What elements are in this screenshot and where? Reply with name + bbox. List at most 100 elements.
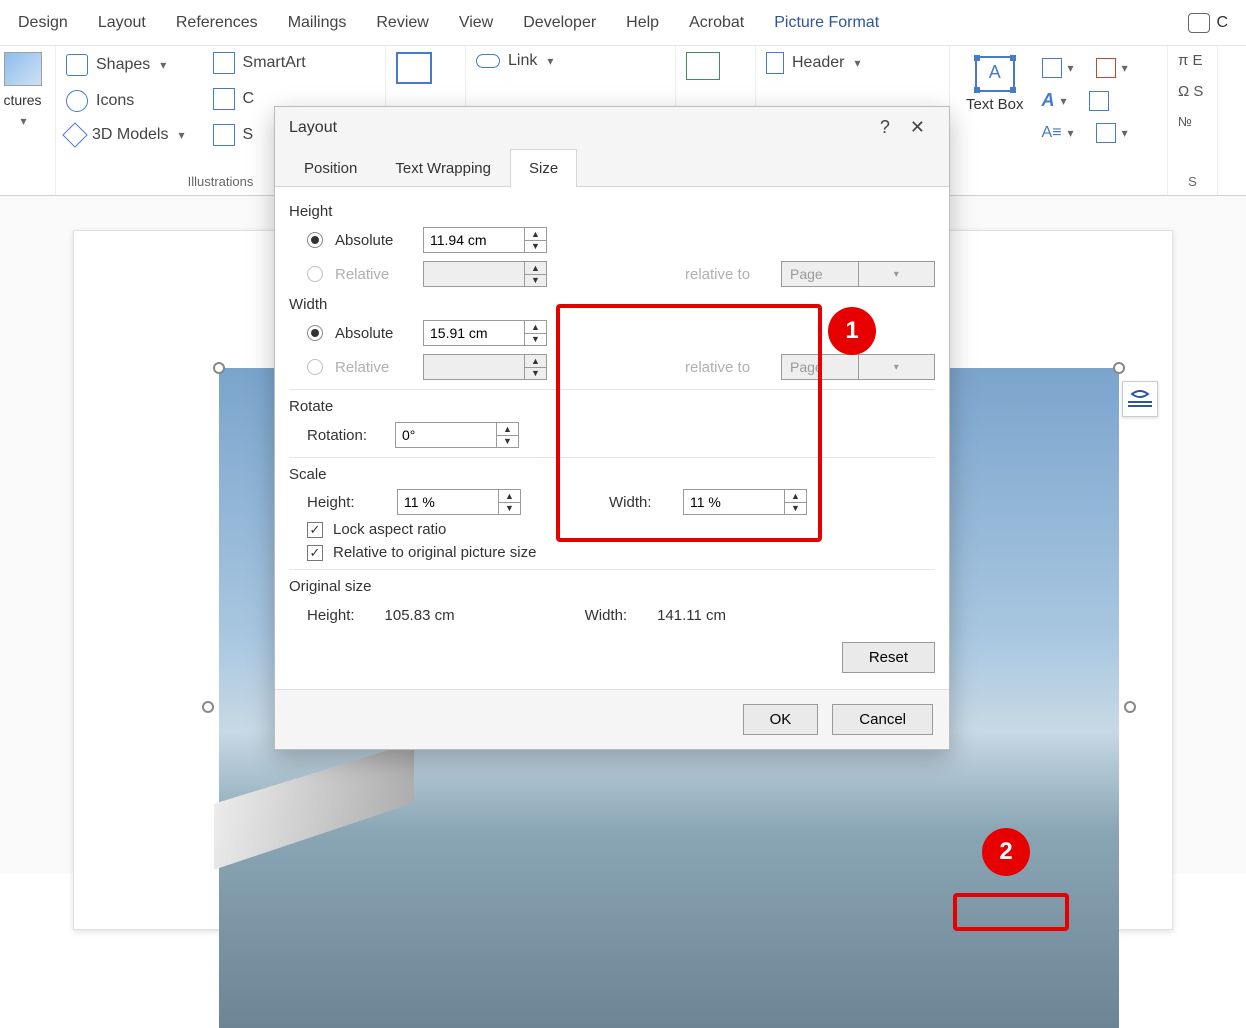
tab-position[interactable]: Position [285, 149, 376, 187]
scale-width-input[interactable]: ▲▼ [683, 489, 807, 515]
height-relative-to-label: relative to [685, 266, 761, 283]
drop-cap-button[interactable]: A≡▾ [1042, 124, 1074, 142]
tab-view[interactable]: View [459, 14, 493, 32]
spin-down[interactable]: ▼ [525, 334, 546, 346]
original-width-label: Width: [585, 607, 628, 624]
scale-height-input[interactable]: ▲▼ [397, 489, 521, 515]
header-button[interactable]: Header ▾ [766, 52, 939, 74]
quick-parts-button[interactable]: ▾ [1042, 58, 1074, 78]
text-box-button[interactable]: Text Box [960, 52, 1030, 193]
smartart-icon [213, 52, 235, 74]
height-relative-label: Relative [335, 266, 411, 283]
tab-references[interactable]: References [176, 14, 258, 32]
callout-2: 2 [982, 828, 1030, 876]
ribbon-tabs: Design Layout References Mailings Review… [0, 0, 1246, 46]
tab-design[interactable]: Design [18, 14, 68, 32]
scale-width-field[interactable] [684, 490, 784, 514]
reset-button[interactable]: Reset [842, 642, 935, 673]
lock-aspect-ratio-checkbox[interactable] [307, 522, 323, 538]
spin-up[interactable]: ▲ [499, 490, 520, 503]
tab-picture-format[interactable]: Picture Format [774, 14, 879, 32]
comments-icon[interactable] [1188, 13, 1210, 33]
cancel-button[interactable]: Cancel [832, 704, 933, 735]
rotation-field[interactable] [396, 423, 496, 447]
original-width-value: 141.11 cm [657, 607, 726, 624]
height-absolute-field[interactable] [424, 228, 524, 252]
spin-up[interactable]: ▲ [785, 490, 806, 503]
scale-section-label: Scale [289, 466, 935, 483]
online-video-icon[interactable] [396, 52, 432, 84]
width-absolute-field[interactable] [424, 321, 524, 345]
screenshot-label: S [243, 126, 254, 144]
width-relative-radio[interactable] [307, 359, 323, 375]
ok-button[interactable]: OK [743, 704, 819, 735]
chevron-down-icon[interactable]: ▾ [854, 56, 860, 70]
link-button[interactable]: Link ▾ [476, 52, 665, 70]
shapes-button[interactable]: Shapes ▾ [66, 54, 185, 76]
comment-icon[interactable] [686, 52, 720, 80]
width-relative-field [424, 355, 524, 379]
chevron-down-icon[interactable]: ▾ [160, 58, 166, 72]
height-absolute-radio[interactable] [307, 232, 323, 248]
selection-handle[interactable] [213, 362, 225, 374]
spin-up[interactable]: ▲ [525, 321, 546, 334]
tab-help[interactable]: Help [626, 14, 659, 32]
3d-models-button[interactable]: 3D Models ▾ [66, 126, 185, 144]
width-absolute-label: Absolute [335, 325, 411, 342]
callout-1: 1 [828, 307, 876, 355]
shapes-icon [66, 54, 88, 76]
tab-developer[interactable]: Developer [523, 14, 596, 32]
selection-handle[interactable] [202, 701, 214, 713]
smartart-button[interactable]: SmartArt [213, 52, 306, 74]
tab-size[interactable]: Size [510, 149, 577, 187]
width-absolute-radio[interactable] [307, 325, 323, 341]
tab-acrobat[interactable]: Acrobat [689, 14, 744, 32]
date-time-button[interactable] [1089, 91, 1109, 111]
tab-text-wrapping[interactable]: Text Wrapping [376, 149, 510, 187]
spin-down[interactable]: ▼ [497, 436, 518, 448]
lock-aspect-ratio-label: Lock aspect ratio [333, 521, 446, 538]
chart-icon [213, 88, 235, 110]
tab-layout[interactable]: Layout [98, 14, 146, 32]
number-button[interactable]: № [1178, 114, 1207, 129]
object-icon [1096, 123, 1116, 143]
wordart-button[interactable]: A▾ [1042, 90, 1067, 111]
date-icon [1089, 91, 1109, 111]
selection-handle[interactable] [1113, 362, 1125, 374]
rotation-input[interactable]: ▲▼ [395, 422, 519, 448]
icons-button[interactable]: Icons [66, 90, 185, 112]
cube-icon [62, 122, 87, 147]
original-height-value: 105.83 cm [385, 607, 455, 624]
height-relative-radio[interactable] [307, 266, 323, 282]
width-relative-to-label: relative to [685, 359, 761, 376]
spin-up[interactable]: ▲ [497, 423, 518, 436]
selection-handle[interactable] [1124, 701, 1136, 713]
dialog-footer: OK Cancel [275, 689, 949, 749]
layout-dialog: Layout ? ✕ Position Text Wrapping Size H… [274, 106, 950, 750]
original-height-label: Height: [307, 607, 355, 624]
chevron-down-icon: ▾ [858, 355, 935, 379]
chevron-down-icon[interactable]: ▾ [178, 128, 184, 142]
tab-review[interactable]: Review [376, 14, 428, 32]
pictures-icon[interactable] [4, 52, 42, 86]
chevron-down-icon[interactable]: ▾ [20, 114, 26, 128]
width-absolute-input[interactable]: ▲▼ [423, 320, 547, 346]
signature-line-button[interactable]: ▾ [1096, 58, 1128, 78]
height-absolute-input[interactable]: ▲▼ [423, 227, 547, 253]
equation-button[interactable]: π E [1178, 52, 1207, 69]
chevron-down-icon[interactable]: ▾ [547, 54, 553, 68]
spin-down[interactable]: ▼ [785, 503, 806, 515]
spin-up[interactable]: ▲ [525, 228, 546, 241]
text-box-icon [975, 56, 1015, 92]
chevron-down-icon: ▾ [858, 262, 935, 286]
tab-mailings[interactable]: Mailings [288, 14, 347, 32]
scale-height-field[interactable] [398, 490, 498, 514]
help-button[interactable]: ? [870, 117, 900, 138]
spin-down[interactable]: ▼ [499, 503, 520, 515]
relative-original-checkbox[interactable] [307, 545, 323, 561]
symbol-button[interactable]: Ω S [1178, 83, 1207, 100]
close-button[interactable]: ✕ [900, 117, 935, 138]
object-button[interactable]: ▾ [1096, 123, 1128, 143]
spin-down[interactable]: ▼ [525, 241, 546, 253]
layout-options-button[interactable] [1122, 381, 1158, 417]
